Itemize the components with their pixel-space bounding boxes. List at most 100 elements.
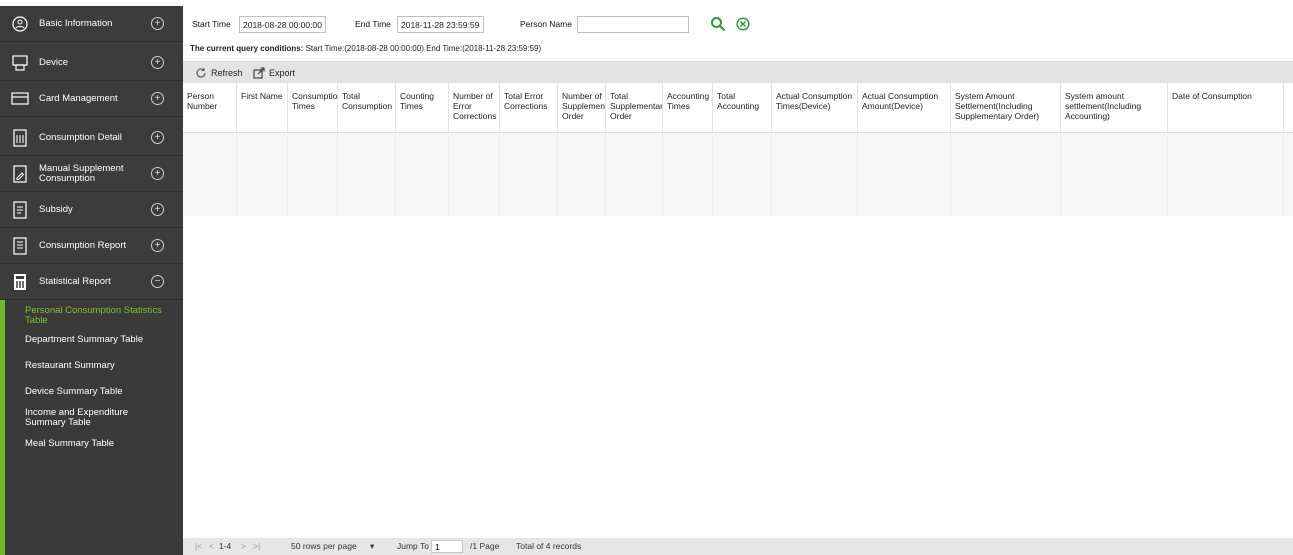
edit-document-icon	[10, 164, 30, 184]
page-range: 1-4	[219, 541, 232, 551]
jump-to-label: Jump To	[397, 541, 429, 551]
first-page-button[interactable]: |<	[195, 541, 202, 551]
sidebar-item-label: Consumption Detail	[39, 131, 122, 143]
refresh-icon	[196, 68, 206, 78]
person-name-label: Person Name	[520, 19, 572, 29]
refresh-button[interactable]: Refresh	[195, 65, 243, 81]
sidebar-item-statistical-report[interactable]: Statistical Report −	[0, 264, 183, 300]
column-header[interactable]: Number of Error Corrections	[449, 83, 500, 133]
column-divider	[1168, 133, 1284, 216]
app-window: Basic Information + Device + Card Manage…	[0, 0, 1293, 555]
export-label: Export	[269, 68, 296, 78]
column-header[interactable]: Counting Times	[396, 83, 449, 133]
column-header[interactable]: Total Accounting	[713, 83, 772, 133]
sidebar-item-subsidy[interactable]: Subsidy +	[0, 192, 183, 228]
expand-icon[interactable]: +	[151, 203, 164, 216]
end-time-input[interactable]	[397, 16, 484, 33]
column-header[interactable]: First Name	[237, 83, 288, 133]
report-icon	[10, 236, 30, 256]
column-divider	[1061, 133, 1168, 216]
sidebar-item-label: Manual Supplement Consumption	[39, 162, 124, 184]
column-divider	[183, 133, 237, 216]
sidebar-item-device[interactable]: Device +	[0, 45, 183, 81]
sidebar-item-manual-supplement[interactable]: Manual Supplement Consumption +	[0, 156, 183, 192]
page-number-input[interactable]	[431, 540, 463, 553]
column-header[interactable]: Total Consumption	[338, 83, 396, 133]
submenu-personal-consumption-statistics[interactable]: Personal Consumption Statistics Table	[25, 306, 181, 326]
data-grid: Person Number First Name Consumption Tim…	[183, 83, 1293, 538]
toolbar: Refresh Export	[183, 61, 1293, 83]
submenu-department-summary[interactable]: Department Summary Table	[25, 335, 181, 345]
sidebar-item-consumption-detail[interactable]: Consumption Detail +	[0, 120, 183, 156]
column-divider	[772, 133, 858, 216]
detail-icon	[10, 128, 30, 148]
sidebar-item-label: Device	[39, 56, 69, 68]
column-header[interactable]: Actual Consumption Amount(Device)	[858, 83, 951, 133]
sidebar-item-label: Basic Information	[39, 17, 113, 29]
expand-icon[interactable]: +	[151, 239, 164, 252]
subsidy-icon	[10, 200, 30, 220]
next-page-button[interactable]: >	[241, 541, 246, 551]
sidebar-item-label: Statistical Report	[39, 275, 111, 287]
submenu-meal-summary[interactable]: Meal Summary Table	[25, 439, 181, 449]
prev-page-button[interactable]: <	[209, 541, 214, 551]
sidebar-item-card-management[interactable]: Card Management +	[0, 81, 183, 117]
refresh-label: Refresh	[211, 68, 243, 78]
start-time-input[interactable]	[239, 16, 326, 33]
query-conditions-text: Start Time:(2018-08-28 00:00:00) End Tim…	[305, 44, 542, 53]
column-header[interactable]: Actual Consumption Times(Device)	[772, 83, 858, 133]
column-divider	[713, 133, 772, 216]
start-time-label: Start Time	[192, 19, 231, 29]
column-divider	[500, 133, 558, 216]
records-total: Total of 4 records	[516, 541, 582, 551]
expand-icon[interactable]: +	[151, 131, 164, 144]
collapse-icon[interactable]: −	[151, 275, 164, 288]
statistics-icon	[10, 272, 30, 292]
column-header[interactable]: Number of Supplementary Order	[558, 83, 606, 133]
sidebar-item-label: Card Management	[39, 92, 118, 104]
person-name-input[interactable]	[577, 16, 689, 33]
statistical-report-submenu: Personal Consumption Statistics Table De…	[0, 300, 183, 555]
column-header[interactable]: System Amount Settlement(Including Suppl…	[951, 83, 1061, 133]
last-page-button[interactable]: >|	[253, 541, 260, 551]
active-indicator-bar	[0, 300, 5, 555]
expand-icon[interactable]: +	[151, 92, 164, 105]
column-header[interactable]: Total Error Corrections	[500, 83, 558, 133]
column-header[interactable]: Accounting Times	[663, 83, 713, 133]
column-divider	[558, 133, 606, 216]
sidebar-item-label: Consumption Report	[39, 239, 127, 251]
device-icon	[10, 53, 30, 73]
export-icon	[253, 67, 265, 79]
column-header[interactable]: System amount settlement(Including Accou…	[1061, 83, 1168, 133]
column-divider	[449, 133, 500, 216]
column-divider	[858, 133, 951, 216]
sidebar-item-basic-information[interactable]: Basic Information +	[0, 6, 183, 42]
pagination-bar: |< < 1-4 > >| 50 rows per page ▾ Jump To…	[183, 538, 1293, 555]
rows-per-page-select[interactable]: 50 rows per page	[291, 541, 357, 551]
submenu-income-expenditure-summary[interactable]: Income and Expenditure Summary Table	[25, 408, 155, 428]
end-time-label: End Time	[355, 19, 391, 29]
submenu-device-summary[interactable]: Device Summary Table	[25, 387, 181, 397]
column-header[interactable]: Total Supplementary Order	[606, 83, 663, 133]
search-icon[interactable]	[710, 16, 726, 32]
expand-icon[interactable]: +	[151, 17, 164, 30]
query-conditions-prefix: The current query conditions:	[190, 44, 304, 53]
expand-icon[interactable]: +	[151, 56, 164, 69]
expand-icon[interactable]: +	[151, 167, 164, 180]
column-divider	[663, 133, 713, 216]
column-divider	[951, 133, 1061, 216]
chevron-down-icon[interactable]: ▾	[370, 541, 374, 552]
column-header[interactable]: Date of Consumption	[1168, 83, 1284, 133]
sidebar-item-consumption-report[interactable]: Consumption Report +	[0, 228, 183, 264]
card-icon	[10, 89, 30, 109]
clear-icon[interactable]	[736, 17, 750, 31]
page-total: /1 Page	[470, 541, 500, 551]
column-header[interactable]: Person Number	[183, 83, 237, 133]
globe-icon	[10, 14, 30, 34]
export-button[interactable]: Export	[253, 65, 295, 81]
column-divider	[338, 133, 396, 216]
sidebar: Basic Information + Device + Card Manage…	[0, 0, 183, 555]
sidebar-item-label: Subsidy	[39, 203, 73, 215]
submenu-restaurant-summary[interactable]: Restaurant Summary	[25, 361, 181, 371]
column-header[interactable]: Consumption Times	[288, 83, 338, 133]
